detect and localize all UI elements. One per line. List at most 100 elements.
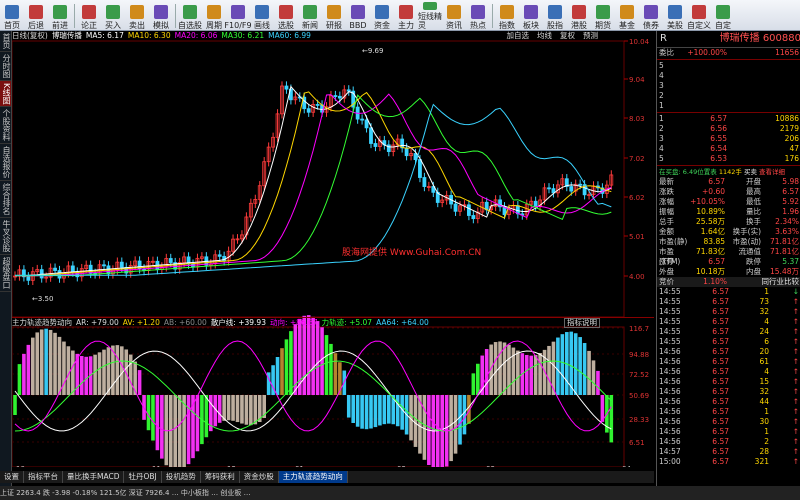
select-icon [279,5,293,19]
indicator-bar [609,395,614,443]
toolbar-button-report[interactable]: 研报 [322,2,346,30]
x-axis-label: 04 [622,465,631,467]
nav-tab[interactable]: 个股资料 [0,107,11,145]
indicator-bar [516,350,520,395]
nav-tab[interactable]: 自选报价 [0,144,11,182]
indicator-tab[interactable]: 牡丹OBJ [124,471,162,483]
candle-body [422,177,427,187]
custom2-icon [716,5,730,19]
toolbar-button-back[interactable]: 后退 [24,2,48,30]
stat-row: 涨跌 +0.60 最高 6.57 [659,187,799,196]
kline-chart-area[interactable]: 日线(复权) 博瑞传播 MA5: 6.17 MA10: 6.30 MA20: 6.06 M… [12,31,654,467]
pending-buy-row: 在买盘: 6.49位置表 1142手 买卖 查看详细 [659,167,786,177]
tick-row: 14:55 6.57 4 ↑ [659,317,799,326]
indicator-bar [79,356,84,395]
toolbar-button-sector[interactable]: 板块 [519,2,543,30]
toolbar-button-news[interactable]: 新闻 [298,2,322,30]
toolbar-button-forward[interactable]: 前进 [48,2,72,30]
toolbar-button-period[interactable]: 周期 [202,2,226,30]
forward-icon [53,5,67,19]
nav-tab[interactable]: 超级盘口 [0,255,11,293]
buy-icon [106,5,120,19]
indicator-tab[interactable]: 资金炒股 [240,471,279,483]
candle-body [333,95,338,97]
indicator-tab[interactable]: 筹码获利 [201,471,240,483]
candle-body [119,261,124,268]
toolbar-button-bbd[interactable]: BBD [346,2,370,30]
custom-icon [692,5,706,19]
indicator-bar [320,327,324,395]
toolbar-label: F10/F9 [224,21,252,30]
indicator-bar [547,345,551,395]
indicator-tab[interactable]: 设置 [0,471,24,483]
toolbar-button-fund[interactable]: 资金 [370,2,394,30]
news-icon [303,5,317,19]
toolbar-button-futures2[interactable]: 期货 [591,2,615,30]
candle-body [70,265,75,273]
indicator-tab[interactable]: 主力轨迹趋势动向 [278,471,348,483]
stock-header: R 博瑞传播 600880 [657,31,800,48]
indicator-help-button[interactable]: 指标说明 [564,318,600,328]
indicator-bar [400,395,404,430]
indicator-bar [315,321,320,395]
toolbar-button-custom[interactable]: 自定义 [687,2,711,30]
toolbar-button-hk[interactable]: 港股 [567,2,591,30]
industry-compare-link[interactable]: 同行业比较 [727,277,800,287]
candle-body [284,85,289,90]
indicator-bar [53,332,57,395]
toolbar-button-fund2[interactable]: 基金 [615,2,639,30]
nav-tab[interactable]: 牛叉诊股 [0,218,11,256]
indicator-bar [453,395,458,454]
toolbar-button-hot[interactable]: 热点 [466,2,490,30]
toolbar-button-bond[interactable]: 债券 [639,2,663,30]
indicator-bar [524,355,529,395]
price-axis-label: 8.03 [629,115,645,123]
kline-chart[interactable]: 10.049.048.037.026.025.014.00116.794.887… [12,31,654,467]
toolbar-button-sell[interactable]: 卖出 [125,2,149,30]
toolbar-button-info[interactable]: 资讯 [442,2,466,30]
stat-table: 最新 6.57 开盘 5.98 涨跌 +0.60 最高 6.57 涨幅 +10.05% 最低 5.92… [657,177,800,277]
toolbar-label: 资讯 [446,21,462,30]
main-toolbar: 首页 后退 前进 论正 买入 卖出 模拟 自选股 周期 F10/F9 画线 选股 新闻 研报 BBD 资金 主力… [0,0,800,31]
toolbar-button-select[interactable]: 选股 [274,2,298,30]
left-navigation: 首页 分时图 K线图 个股资料 自选报价 综合排名 牛叉诊股 超级盘口 [0,31,12,486]
indicator-bar [106,347,111,395]
indicator-bar [355,395,360,427]
tick-row: 14:56 6.57 61 ↑ [659,357,799,366]
toolbar-button-f10[interactable]: F10/F9 [224,2,252,30]
toolbar-button-us[interactable]: 美股 [663,2,687,30]
ma30-line [15,94,612,277]
indicator-label: 散户线: +39.93 [210,318,266,327]
indicator-bar [493,342,498,395]
nav-tab[interactable]: 分时图 [0,52,11,81]
view-detail-link[interactable]: 查看详细 [759,167,785,177]
toolbar-button-index[interactable]: 指数 [495,2,519,30]
toolbar-button-futures[interactable]: 股指 [543,2,567,30]
indicator-tab[interactable]: 投机趋势 [162,471,201,483]
toolbar-button-sim[interactable]: 模拟 [149,2,173,30]
toolbar-button-doc[interactable]: 论正 [77,2,101,30]
toolbar-button-custom2[interactable]: 自定 [711,2,735,30]
indicator-tab[interactable]: 指标平台 [24,471,63,483]
toolbar-button-draw[interactable]: 画线 [250,2,274,30]
price-axis-label: 9.04 [629,76,645,84]
nav-tab[interactable]: K线图 [0,81,11,108]
indicator-bar [195,395,200,452]
indicator-bar [413,395,418,447]
tick-list[interactable]: 14:55 6.57 1 ↓ 14:55 6.57 73 ↑ 14:55 6.57 32 ↑ 14:55… [657,287,800,467]
indicator-label: AA64: +64.00 [376,318,429,327]
candle-body [404,147,409,157]
buy-order-row: 5 6.53 176 [659,154,799,163]
toolbar-button-star[interactable]: 自选股 [178,2,202,30]
toolbar-button-main[interactable]: 主力 [394,2,418,30]
buy-order-row: 3 6.55 206 [659,134,799,143]
indicator-bar [48,329,53,395]
toolbar-button-sprite[interactable]: 短线精灵 [418,2,442,30]
nav-tab[interactable]: 首页 [0,31,11,52]
indicator-label: AV: +1.20 [122,318,160,327]
indicator-label: AB: +60.00 [163,318,207,327]
toolbar-button-buy[interactable]: 买入 [101,2,125,30]
nav-tab[interactable]: 综合排名 [0,181,11,219]
indicator-tab[interactable]: 量比换手MACD [63,471,125,483]
toolbar-button-home[interactable]: 首页 [0,2,24,30]
